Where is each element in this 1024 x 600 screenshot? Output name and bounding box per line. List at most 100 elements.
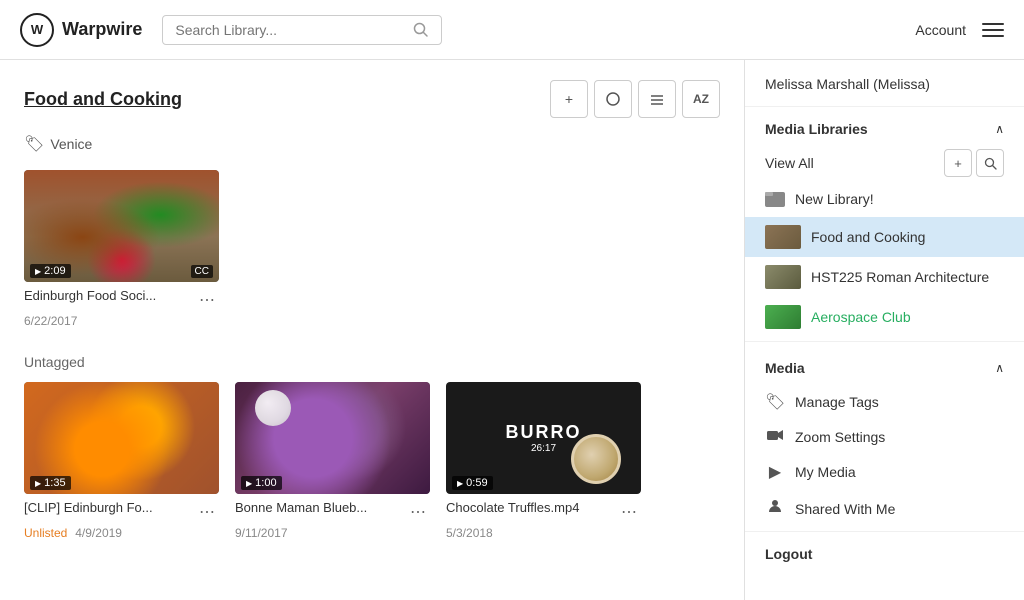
sidebar-item-shared-with-me[interactable]: Shared With Me [745, 490, 1024, 527]
sidebar-item-new-library[interactable]: New Library! [745, 181, 1024, 217]
folder-svg [765, 189, 785, 207]
more-options-button[interactable]: ⋯ [406, 500, 430, 524]
aerospace-label: Aerospace Club [811, 309, 911, 325]
my-media-icon: ▶ [765, 462, 785, 482]
sidebar-action-buttons: + [944, 149, 1004, 177]
user-name: Melissa Marshall (Melissa) [745, 76, 1024, 107]
sidebar-item-manage-tags[interactable]: 🏷 Manage Tags [745, 384, 1024, 420]
aerospace-thumb [765, 305, 801, 329]
roman-arch-label: HST225 Roman Architecture [811, 269, 989, 285]
video-date: 6/22/2017 [24, 314, 219, 328]
video-info: Bonne Maman Blueb... ⋯ 9/11/2017 [235, 494, 430, 542]
sidebar-top-actions: View All + [745, 145, 1024, 181]
search-icon [413, 22, 429, 38]
video-overlay: ▶ 2:09 CC [24, 260, 219, 282]
cc-badge: CC [191, 265, 213, 278]
venice-tag[interactable]: Venice [50, 136, 92, 152]
logo-letter: W [31, 22, 43, 37]
video-thumbnail: ▶ 1:00 [235, 382, 430, 494]
collapse-icon[interactable]: ∧ [995, 122, 1004, 136]
media-title: Media [765, 360, 805, 376]
video-date: 5/3/2018 [446, 526, 641, 540]
sidebar-item-food-cooking[interactable]: Food and Cooking [745, 217, 1024, 257]
video-duration: ▶ 0:59 [452, 476, 493, 490]
list-view-button[interactable] [638, 80, 676, 118]
video-overlay: ▶ 1:35 [24, 472, 219, 494]
list-icon [649, 91, 665, 107]
video-card[interactable]: BURRO 26:17 ▶ 0:59 Chocolate Truff [446, 382, 641, 542]
video-title-row: [CLIP] Edinburgh Fo... ⋯ [24, 500, 219, 524]
food-cooking-thumb [765, 225, 801, 249]
logo-icon: W [20, 13, 54, 47]
tag-row: 🏷 Venice [24, 134, 720, 154]
video-title-row: Chocolate Truffles.mp4 ⋯ [446, 500, 641, 524]
video-thumbnail: BURRO 26:17 ▶ 0:59 [446, 382, 641, 494]
video-info: Edinburgh Food Soci... ⋯ 6/22/2017 [24, 282, 219, 330]
more-options-button[interactable]: ⋯ [195, 500, 219, 524]
search-bar[interactable] [162, 15, 442, 45]
food-cooking-label: Food and Cooking [811, 229, 925, 245]
media-libraries-header: Media Libraries ∧ [745, 107, 1024, 145]
sidebar-item-zoom-settings[interactable]: Zoom Settings [745, 420, 1024, 454]
video-title: [CLIP] Edinburgh Fo... [24, 500, 191, 517]
app-header: W Warpwire Account [0, 0, 1024, 60]
add-library-button[interactable]: + [944, 149, 972, 177]
zoom-icon [765, 428, 785, 446]
video-title-row: Edinburgh Food Soci... ⋯ [24, 288, 219, 312]
person-icon [767, 498, 783, 514]
video-date: 4/9/2019 [75, 526, 122, 540]
video-card[interactable]: ▶ 1:00 Bonne Maman Blueb... ⋯ 9/11/2017 [235, 382, 430, 542]
new-library-label: New Library! [795, 191, 874, 207]
more-options-button[interactable]: ⋯ [617, 500, 641, 524]
main-content: Food and Cooking + AZ [0, 60, 744, 600]
zoom-settings-label: Zoom Settings [795, 429, 885, 445]
logout-button[interactable]: Logout [745, 531, 1024, 576]
account-link[interactable]: Account [915, 22, 966, 38]
add-button[interactable]: + [550, 80, 588, 118]
hamburger-menu[interactable] [982, 23, 1004, 37]
shared-with-me-label: Shared With Me [795, 501, 895, 517]
more-options-button[interactable]: ⋯ [195, 288, 219, 312]
video-thumbnail: ▶ 1:35 [24, 382, 219, 494]
app-name: Warpwire [62, 19, 142, 40]
header-right: Account [915, 22, 1004, 38]
video-card[interactable]: ▶ 1:35 [CLIP] Edinburgh Fo... ⋯ Unlisted… [24, 382, 219, 542]
sidebar-item-roman-arch[interactable]: HST225 Roman Architecture [745, 257, 1024, 297]
play-icon: ▶ [35, 267, 41, 276]
view-all-label[interactable]: View All [765, 155, 944, 171]
sidebar-divider [745, 341, 1024, 342]
media-libraries-title: Media Libraries [765, 121, 868, 137]
sidebar: Melissa Marshall (Melissa) Media Librari… [744, 60, 1024, 600]
video-info: Chocolate Truffles.mp4 ⋯ 5/3/2018 [446, 494, 641, 542]
video-title: Chocolate Truffles.mp4 [446, 500, 613, 517]
untagged-label: Untagged [24, 354, 720, 370]
circle-button[interactable] [594, 80, 632, 118]
video-title: Bonne Maman Blueb... [235, 500, 402, 517]
sort-az-button[interactable]: AZ [682, 80, 720, 118]
section-header: Food and Cooking + AZ [24, 80, 720, 118]
search-input[interactable] [175, 22, 405, 38]
manage-tags-label: Manage Tags [795, 394, 879, 410]
sidebar-item-aerospace[interactable]: Aerospace Club [745, 297, 1024, 337]
sidebar-item-my-media[interactable]: ▶ My Media [745, 454, 1024, 490]
video-status-row: Unlisted 4/9/2019 [24, 524, 219, 540]
media-section-header: Media ∧ [745, 346, 1024, 384]
search-library-button[interactable] [976, 149, 1004, 177]
play-icon: ▶ [246, 479, 252, 488]
video-status: Unlisted [24, 526, 67, 540]
burro-logo: BURRO [506, 422, 582, 443]
media-collapse-icon[interactable]: ∧ [995, 361, 1004, 375]
play-icon: ▶ [35, 479, 41, 488]
video-card[interactable]: ▶ 2:09 CC Edinburgh Food Soci... ⋯ 6/22/… [24, 170, 219, 330]
zoom-camera-icon [767, 429, 783, 441]
video-date: 9/11/2017 [235, 526, 430, 540]
circle-icon [605, 91, 621, 107]
page-title: Food and Cooking [24, 89, 182, 110]
toolbar-buttons: + AZ [550, 80, 720, 118]
video-title: Edinburgh Food Soci... [24, 288, 191, 305]
play-icon: ▶ [457, 479, 463, 488]
video-duration: ▶ 2:09 [30, 264, 71, 278]
tag-icon: 🏷 [24, 134, 44, 154]
roman-arch-thumb [765, 265, 801, 289]
video-thumbnail: ▶ 2:09 CC [24, 170, 219, 282]
